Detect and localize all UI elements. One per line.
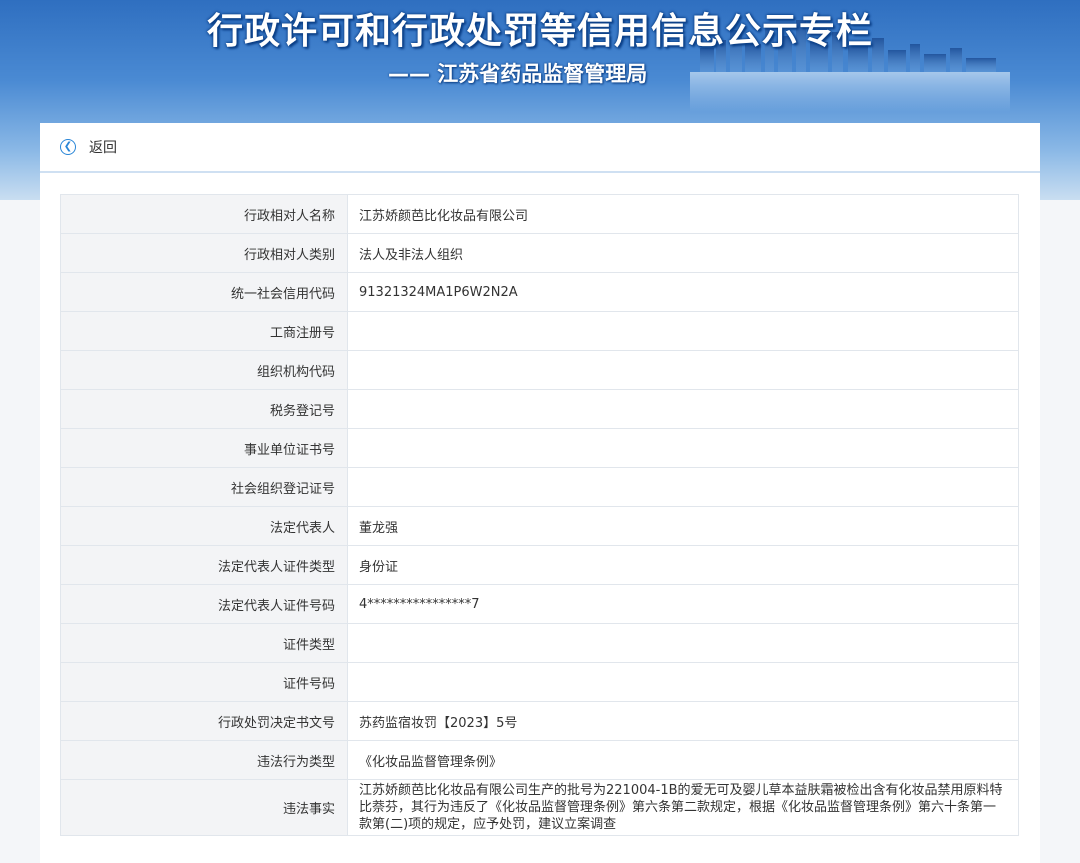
table-row: 法定代表人证件号码 4****************7 [60,584,1019,624]
field-label: 行政相对人名称 [60,194,348,234]
field-value [347,389,1019,429]
field-value [347,467,1019,507]
field-value [347,428,1019,468]
table-row: 统一社会信用代码 91321324MA1P6W2N2A [60,272,1019,312]
penalty-info-table: 行政相对人名称 江苏娇颜芭比化妆品有限公司 行政相对人类别 法人及非法人组织 统… [60,194,1019,836]
field-value: 法人及非法人组织 [347,233,1019,273]
back-bar: ❮ 返回 [40,123,1040,173]
field-label: 法定代表人证件类型 [60,545,348,585]
banner-subtitle: —— 江苏省药品监督管理局 [388,62,648,86]
field-value [347,311,1019,351]
field-value: 苏药监宿妆罚【2023】5号 [347,701,1019,741]
field-value [347,350,1019,390]
table-row: 工商注册号 [60,311,1019,351]
field-label: 社会组织登记证号 [60,467,348,507]
table-row: 证件类型 [60,623,1019,663]
field-value [347,662,1019,702]
field-label: 工商注册号 [60,311,348,351]
field-label: 事业单位证书号 [60,428,348,468]
field-label: 组织机构代码 [60,350,348,390]
field-label: 证件号码 [60,662,348,702]
table-row: 社会组织登记证号 [60,467,1019,507]
field-label: 税务登记号 [60,389,348,429]
back-link[interactable]: 返回 [89,137,117,157]
field-label: 行政处罚决定书文号 [60,701,348,741]
field-label: 证件类型 [60,623,348,663]
table-row: 事业单位证书号 [60,428,1019,468]
field-label: 违法行为类型 [60,740,348,780]
field-value: 身份证 [347,545,1019,585]
table-row: 法定代表人 董龙强 [60,506,1019,546]
table-row: 行政处罚决定书文号 苏药监宿妆罚【2023】5号 [60,701,1019,741]
table-row: 违法事实 江苏娇颜芭比化妆品有限公司生产的批号为221004-1B的爱无可及婴儿… [60,779,1019,836]
field-label: 行政相对人类别 [60,233,348,273]
table-row: 行政相对人名称 江苏娇颜芭比化妆品有限公司 [60,194,1019,234]
field-label: 违法事实 [60,779,348,836]
table-row: 税务登记号 [60,389,1019,429]
table-row: 法定代表人证件类型 身份证 [60,545,1019,585]
back-arrow-circle-icon[interactable]: ❮ [60,139,76,155]
table-row: 违法行为类型 《化妆品监督管理条例》 [60,740,1019,780]
banner-title: 行政许可和行政处罚等信用信息公示专栏 [206,11,873,52]
field-value: 《化妆品监督管理条例》 [347,740,1019,780]
table-row: 行政相对人类别 法人及非法人组织 [60,233,1019,273]
field-value: 4****************7 [347,584,1019,624]
table-row: 证件号码 [60,662,1019,702]
detail-card: ❮ 返回 行政相对人名称 江苏娇颜芭比化妆品有限公司 行政相对人类别 法人及非法… [40,123,1040,863]
field-value: 江苏娇颜芭比化妆品有限公司生产的批号为221004-1B的爱无可及婴儿草本益肤霜… [347,779,1019,836]
table-row: 组织机构代码 [60,350,1019,390]
field-label: 法定代表人证件号码 [60,584,348,624]
field-label: 法定代表人 [60,506,348,546]
field-value: 董龙强 [347,506,1019,546]
field-value: 江苏娇颜芭比化妆品有限公司 [347,194,1019,234]
field-value [347,623,1019,663]
field-label: 统一社会信用代码 [60,272,348,312]
field-value: 91321324MA1P6W2N2A [347,272,1019,312]
